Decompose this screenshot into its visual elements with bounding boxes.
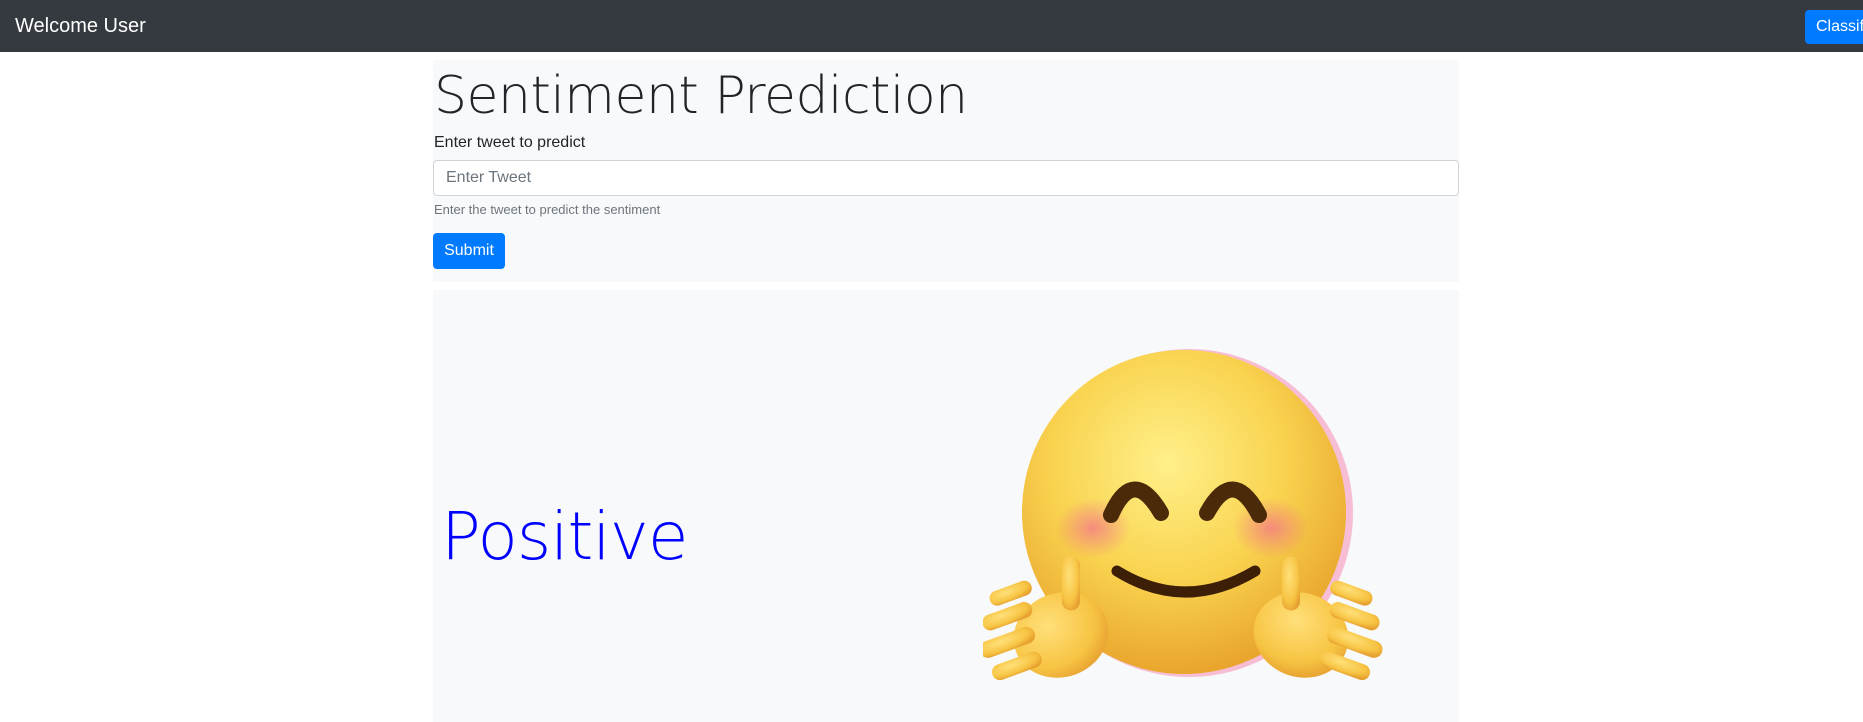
smiling-face-with-open-hands-icon (983, 349, 1383, 681)
top-navbar: Welcome User Classify (0, 0, 1863, 52)
navbar-brand[interactable]: Welcome User (15, 13, 146, 39)
classify-button[interactable]: Classify (1805, 10, 1863, 44)
tweet-input-label: Enter tweet to predict (434, 134, 586, 151)
page-title: Sentiment Prediction (434, 66, 968, 126)
tweet-help-text: Enter the tweet to predict the sentiment (434, 202, 661, 217)
sentiment-result: Positive (441, 498, 688, 575)
tweet-input[interactable] (433, 160, 1459, 196)
prediction-form: Sentiment Prediction Enter tweet to pred… (433, 60, 1459, 282)
submit-button[interactable]: Submit (433, 233, 505, 269)
prediction-result: Positive (433, 290, 1459, 722)
